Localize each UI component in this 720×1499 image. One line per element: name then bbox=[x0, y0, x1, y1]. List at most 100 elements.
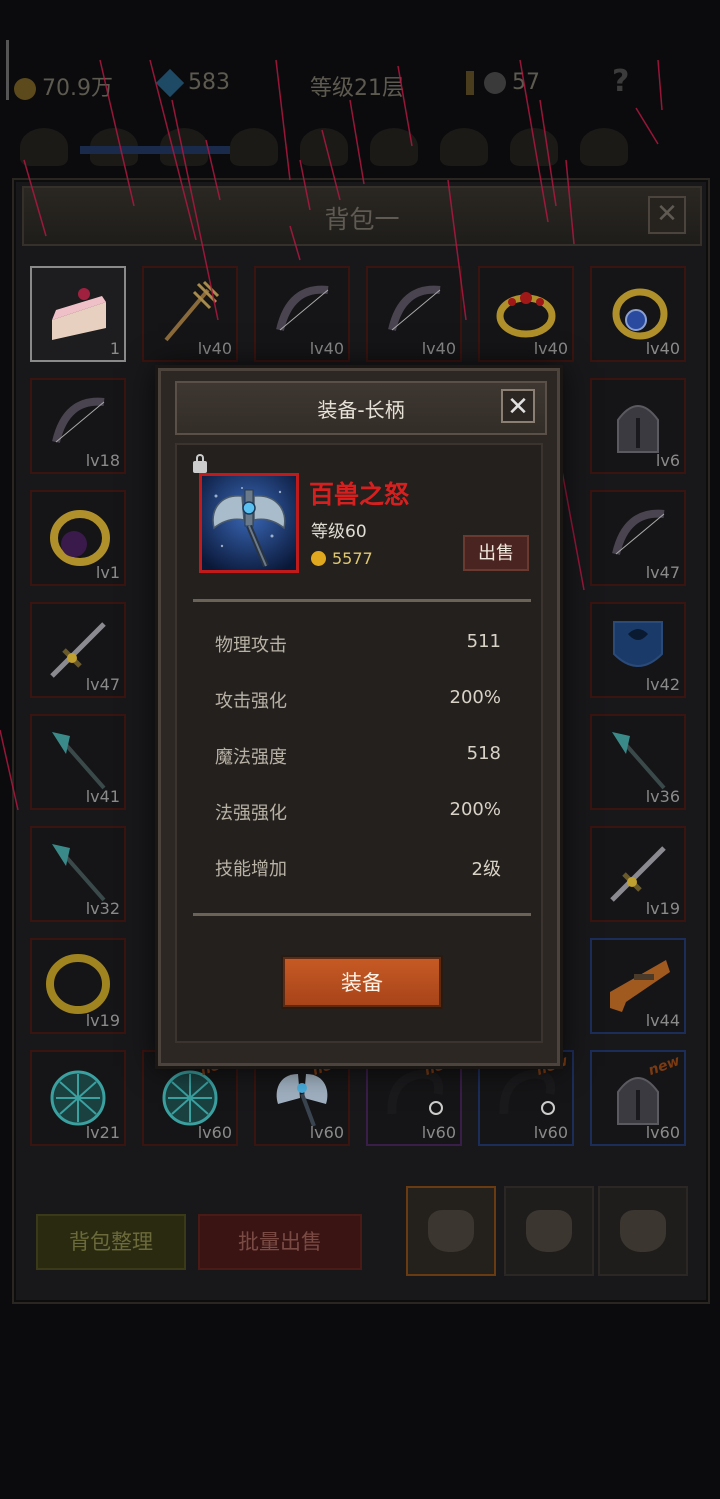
stat-label: 魔法强度 bbox=[215, 747, 287, 768]
stat-row: 物理攻击 511 bbox=[215, 631, 501, 657]
hero-portrait[interactable] bbox=[370, 128, 418, 166]
stat-label: 攻击强化 bbox=[215, 691, 287, 712]
stat-value: 511 bbox=[466, 631, 501, 652]
sword-icon bbox=[610, 846, 666, 902]
inventory-slot[interactable]: lv41 bbox=[30, 714, 126, 810]
stat-label: 法强强化 bbox=[215, 803, 287, 824]
stat-label: 物理攻击 bbox=[215, 635, 287, 656]
item-level: lv40 bbox=[421, 339, 456, 358]
inventory-slot[interactable]: 1 bbox=[30, 266, 126, 362]
dialog-title: 装备-长柄 bbox=[317, 398, 405, 422]
dialog-close-button[interactable]: ✕ bbox=[501, 389, 535, 423]
item-level: lv41 bbox=[85, 787, 120, 806]
backpack-icon bbox=[526, 1210, 572, 1252]
hero-portrait[interactable] bbox=[300, 128, 348, 166]
stat-label: 技能增加 bbox=[215, 859, 287, 880]
inventory-slot[interactable]: lv19 bbox=[590, 826, 686, 922]
item-level: lv60 bbox=[421, 1123, 456, 1142]
inventory-slot[interactable]: lv60 new bbox=[590, 1050, 686, 1146]
equip-button[interactable]: 装备 bbox=[283, 957, 441, 1007]
stat-value: 2级 bbox=[471, 859, 501, 880]
skull-amount: 57 bbox=[512, 70, 540, 95]
spear-icon bbox=[52, 844, 106, 902]
inventory-slot[interactable]: lv36 bbox=[590, 714, 686, 810]
skull-counter: 57 bbox=[466, 70, 540, 95]
gun-icon bbox=[610, 960, 670, 1012]
item-count: 1 bbox=[109, 339, 120, 358]
skull-icon bbox=[484, 72, 506, 94]
item-level: 等级60 bbox=[311, 522, 367, 542]
item-level: lv40 bbox=[309, 339, 344, 358]
inventory-slot[interactable]: lv32 bbox=[30, 826, 126, 922]
item-level: lv19 bbox=[645, 899, 680, 918]
inventory-slot[interactable]: lv18 bbox=[30, 378, 126, 474]
price-value: 5577 bbox=[332, 549, 373, 568]
item-level: lv60 bbox=[197, 1123, 232, 1142]
resource-bar: 70.9万 583 等级21层 57 ? bbox=[0, 40, 720, 130]
stat-value: 518 bbox=[466, 743, 501, 764]
inventory-slot[interactable]: lv1 bbox=[30, 490, 126, 586]
sell-button[interactable]: 出售 bbox=[463, 535, 529, 571]
item-level: lv40 bbox=[197, 339, 232, 358]
batch-sell-button[interactable]: 批量出售 bbox=[198, 1214, 362, 1270]
coin-icon bbox=[311, 551, 326, 566]
backpack-title: 背包一 bbox=[324, 205, 400, 234]
item-level: lv21 bbox=[85, 1123, 120, 1142]
inventory-slot[interactable]: lv40 bbox=[366, 266, 462, 362]
hero-portrait[interactable] bbox=[20, 128, 68, 166]
bow-icon bbox=[276, 285, 329, 331]
key-icon bbox=[466, 71, 474, 95]
backpack-close-button[interactable]: ✕ bbox=[648, 196, 686, 234]
gold-amount: 70.9万 bbox=[42, 76, 113, 101]
inventory-slot[interactable]: lv40 bbox=[478, 266, 574, 362]
inventory-slot[interactable]: lv6 bbox=[590, 378, 686, 474]
item-level: lv60 bbox=[533, 1123, 568, 1142]
bow-icon bbox=[52, 397, 105, 443]
gem-amount: 583 bbox=[188, 70, 230, 95]
inventory-slot[interactable]: lv40 bbox=[590, 266, 686, 362]
item-level: lv60 bbox=[309, 1123, 344, 1142]
ruby-ring-icon bbox=[496, 292, 556, 338]
inventory-slot[interactable]: lv42 bbox=[590, 602, 686, 698]
item-level: lv47 bbox=[645, 563, 680, 582]
hero-portrait[interactable] bbox=[230, 128, 278, 166]
gem-counter: 583 bbox=[155, 68, 230, 98]
item-price: 5577 bbox=[311, 549, 373, 568]
inventory-slot[interactable]: lv40 bbox=[254, 266, 350, 362]
hero-portrait[interactable] bbox=[580, 128, 628, 166]
hero-portrait[interactable] bbox=[440, 128, 488, 166]
cake-icon bbox=[52, 288, 106, 340]
coin-icon bbox=[14, 78, 36, 100]
backpack-tab-1[interactable] bbox=[406, 1186, 496, 1276]
orb-icon bbox=[50, 1070, 106, 1126]
inventory-slot[interactable]: lv47 bbox=[30, 602, 126, 698]
stat-row: 法强强化 200% bbox=[215, 799, 501, 825]
inventory-slot[interactable]: lv40 bbox=[142, 266, 238, 362]
backpack-tab-3[interactable] bbox=[598, 1186, 688, 1276]
stat-row: 魔法强度 518 bbox=[215, 743, 501, 769]
inventory-slot[interactable]: lv47 bbox=[590, 490, 686, 586]
sapphire-ring-icon bbox=[612, 288, 668, 340]
trident-icon bbox=[164, 280, 220, 342]
item-level: lv44 bbox=[645, 1011, 680, 1030]
item-level: lv6 bbox=[655, 451, 680, 470]
lock-icon[interactable] bbox=[193, 454, 207, 473]
item-level: lv40 bbox=[645, 339, 680, 358]
item-level: lv18 bbox=[85, 451, 120, 470]
stat-row: 攻击强化 200% bbox=[215, 687, 501, 713]
item-level: lv42 bbox=[645, 675, 680, 694]
stat-row: 技能增加 2级 bbox=[215, 855, 501, 881]
item-portrait bbox=[199, 473, 299, 573]
item-level: lv60 bbox=[645, 1123, 680, 1142]
gold-ring-icon bbox=[46, 954, 110, 1014]
bow-icon bbox=[612, 509, 665, 555]
inventory-slot[interactable]: lv19 bbox=[30, 938, 126, 1034]
item-level: lv32 bbox=[85, 899, 120, 918]
backpack-tab-2[interactable] bbox=[504, 1186, 594, 1276]
help-button[interactable]: ? bbox=[612, 64, 629, 99]
hero-portrait[interactable] bbox=[510, 128, 558, 166]
inventory-slot[interactable]: lv21 bbox=[30, 1050, 126, 1146]
gem-icon bbox=[155, 68, 185, 98]
inventory-slot[interactable]: lv44 bbox=[590, 938, 686, 1034]
sort-bag-button[interactable]: 背包整理 bbox=[36, 1214, 186, 1270]
